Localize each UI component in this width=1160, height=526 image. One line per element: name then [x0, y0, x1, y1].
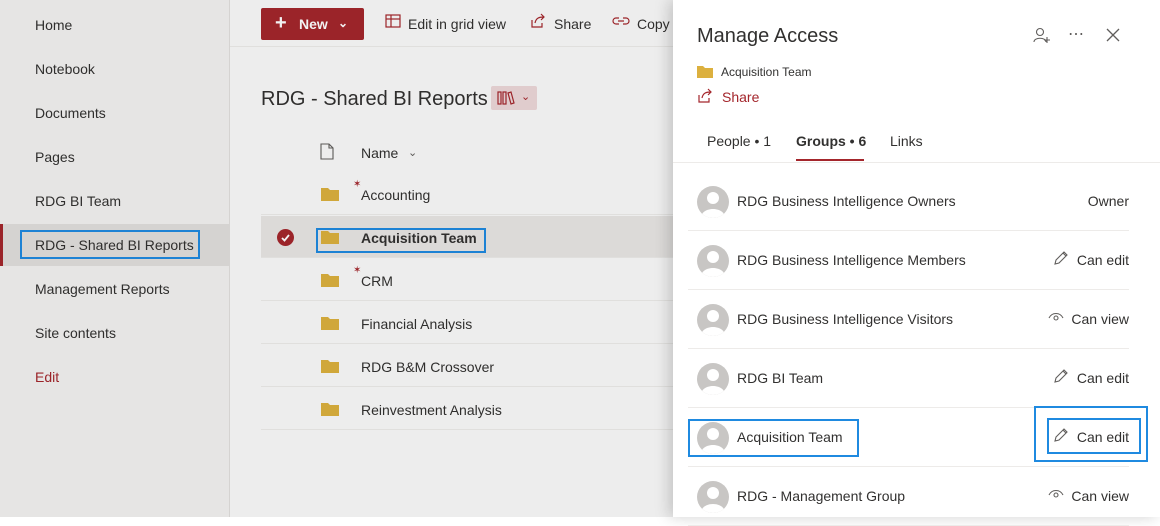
- copy-link-button[interactable]: Copy: [637, 16, 670, 32]
- chevron-down-icon: ⌄: [521, 91, 531, 103]
- nav-item-management-reports[interactable]: Management Reports: [35, 281, 170, 297]
- tab-links[interactable]: Links: [890, 133, 923, 149]
- file-row[interactable]: RDG B&M Crossover: [261, 345, 681, 387]
- file-row[interactable]: ✶ Accounting: [261, 173, 681, 215]
- highlight-box-nav: [20, 230, 200, 259]
- panel-title: Manage Access: [697, 25, 839, 47]
- folder-icon: [321, 317, 339, 330]
- nav-edit-link[interactable]: Edit: [35, 369, 59, 385]
- new-button-label: New: [299, 16, 328, 32]
- permission-dropdown[interactable]: Can edit: [1077, 252, 1129, 268]
- left-navigation: Home Notebook Documents Pages RDG BI Tea…: [0, 0, 230, 517]
- group-avatar: [697, 481, 729, 513]
- tab-divider: [673, 162, 1160, 163]
- file-name[interactable]: CRM: [361, 273, 393, 289]
- share-icon: [531, 13, 545, 28]
- file-name[interactable]: Financial Analysis: [361, 316, 472, 332]
- pencil-icon: [1054, 369, 1068, 383]
- group-name: RDG Business Intelligence Members: [737, 252, 966, 268]
- folder-icon: [697, 66, 713, 78]
- file-row[interactable]: ✶ CRM: [261, 259, 681, 301]
- group-row[interactable]: RDG Business Intelligence Owners Owner: [688, 172, 1129, 231]
- name-column-header[interactable]: Name: [361, 145, 398, 161]
- nav-item-notebook[interactable]: Notebook: [35, 61, 95, 77]
- nav-selected-indicator: [0, 224, 3, 266]
- eye-icon: [1048, 489, 1064, 498]
- group-row[interactable]: RDG Business Intelligence Visitors Can v…: [688, 290, 1129, 349]
- file-row[interactable]: Financial Analysis: [261, 302, 681, 344]
- group-name: RDG Business Intelligence Visitors: [737, 311, 954, 327]
- group-row[interactable]: RDG Business Intelligence Members Can ed…: [688, 231, 1129, 290]
- pencil-icon: [1054, 251, 1068, 265]
- share-link[interactable]: Share: [722, 89, 759, 105]
- nav-item-home[interactable]: Home: [35, 17, 72, 33]
- group-name: RDG - Management Group: [737, 488, 906, 504]
- library-title: RDG - Shared BI Reports: [261, 88, 488, 110]
- new-button[interactable]: + New ⌄: [261, 8, 364, 40]
- group-row[interactable]: RDG BI Team Can edit: [688, 349, 1129, 408]
- grid-view-icon: [385, 14, 401, 28]
- chevron-down-icon[interactable]: ⌄: [408, 146, 417, 159]
- folder-icon: [321, 403, 339, 416]
- group-avatar: [697, 245, 729, 277]
- folder-icon: [321, 274, 339, 287]
- file-name[interactable]: Reinvestment Analysis: [361, 402, 502, 418]
- group-name: RDG Business Intelligence Owners: [737, 193, 956, 209]
- highlight-box-permission-inner: [1047, 418, 1141, 454]
- permission-dropdown[interactable]: Can view: [1071, 488, 1129, 504]
- file-name[interactable]: Accounting: [361, 187, 430, 203]
- nav-item-documents[interactable]: Documents: [35, 105, 106, 121]
- link-icon: [612, 17, 630, 25]
- nav-item-pages[interactable]: Pages: [35, 149, 75, 165]
- nav-item-rdg-bi-team[interactable]: RDG BI Team: [35, 193, 121, 209]
- document-icon: [320, 143, 334, 160]
- share-button[interactable]: Share: [554, 16, 591, 32]
- close-icon[interactable]: [1102, 24, 1124, 46]
- permission-dropdown[interactable]: Can view: [1071, 311, 1129, 327]
- chevron-down-icon: ⌄: [338, 16, 349, 30]
- item-name: Acquisition Team: [721, 65, 812, 79]
- more-options-icon[interactable]: ⋯: [1068, 24, 1084, 44]
- group-name: RDG BI Team: [737, 370, 824, 386]
- group-row[interactable]: RDG - Management Group Can view: [688, 467, 1129, 526]
- nav-item-site-contents[interactable]: Site contents: [35, 325, 116, 341]
- highlight-box-row: [316, 228, 486, 253]
- checkmark-icon[interactable]: [277, 229, 294, 246]
- manage-access-panel: Manage Access ⋯ Acquisition Team Share P…: [673, 0, 1160, 526]
- share-icon: [698, 88, 712, 103]
- highlight-box-group: [688, 419, 859, 457]
- edit-grid-view-button[interactable]: Edit in grid view: [408, 16, 506, 32]
- tab-groups[interactable]: Groups • 6: [796, 133, 866, 149]
- permission-dropdown[interactable]: Can edit: [1077, 370, 1129, 386]
- plus-icon: +: [275, 12, 287, 34]
- folder-icon: [321, 188, 339, 201]
- group-avatar: [697, 363, 729, 395]
- eye-icon: [1048, 312, 1064, 321]
- library-icon: [497, 91, 515, 105]
- add-person-icon[interactable]: [1030, 24, 1052, 46]
- file-row[interactable]: Reinvestment Analysis: [261, 388, 681, 430]
- folder-icon: [321, 360, 339, 373]
- permission-label: Owner: [1087, 193, 1129, 209]
- group-avatar: [697, 304, 729, 336]
- active-tab-indicator: [796, 159, 864, 161]
- tab-people[interactable]: People • 1: [707, 133, 771, 149]
- group-avatar: [697, 186, 729, 218]
- view-options-button[interactable]: ⌄: [491, 86, 537, 110]
- file-name[interactable]: RDG B&M Crossover: [361, 359, 494, 375]
